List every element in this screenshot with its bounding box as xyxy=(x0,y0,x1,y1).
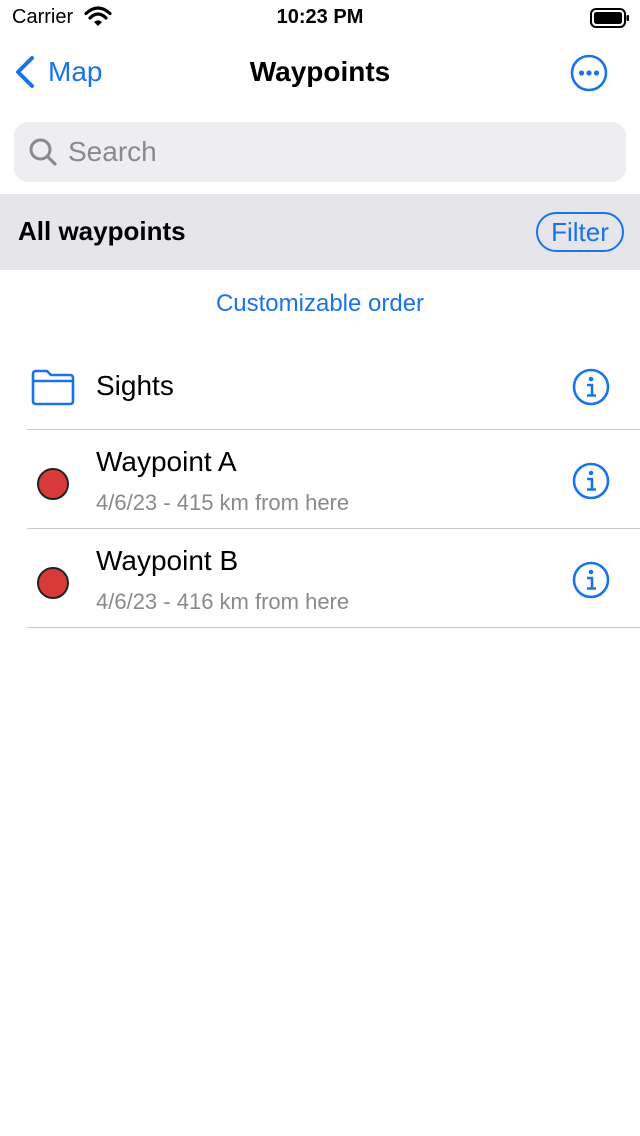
red-dot-icon xyxy=(37,567,69,599)
info-icon[interactable] xyxy=(572,368,610,406)
info-icon[interactable] xyxy=(572,561,610,599)
search-bar[interactable] xyxy=(14,122,626,182)
page-title: Waypoints xyxy=(249,56,391,87)
list-item-waypoint-a[interactable]: Waypoint A 4/6/23 - 415 km from here xyxy=(0,430,640,529)
ellipsis-circle-icon[interactable] xyxy=(570,54,608,92)
section-title: All waypoints xyxy=(18,216,186,246)
list-item-title: Sights xyxy=(96,370,174,401)
filter-button[interactable]: Filter xyxy=(536,212,624,252)
list-item-folder[interactable]: Sights xyxy=(0,346,640,430)
status-time: 10:23 PM xyxy=(276,6,364,28)
info-icon[interactable] xyxy=(572,462,610,500)
list-item-subtitle: 4/6/23 - 415 km from here xyxy=(96,490,350,515)
magnifying-glass-icon xyxy=(29,138,57,166)
list-item-waypoint-b[interactable]: Waypoint B 4/6/23 - 416 km from here xyxy=(0,529,640,628)
list-item-title: Waypoint B xyxy=(96,545,239,576)
customizable-order-link[interactable]: Customizable order xyxy=(0,290,640,318)
status-bar: Carrier 10:23 PM xyxy=(0,0,640,36)
row-separator xyxy=(27,627,640,628)
navigation-bar: Map Waypoints xyxy=(0,40,640,104)
folder-icon xyxy=(31,369,75,406)
list-item-subtitle: 4/6/23 - 416 km from here xyxy=(96,589,350,614)
list-item-title: Waypoint A xyxy=(96,446,237,477)
red-dot-icon xyxy=(37,468,69,500)
search-input[interactable] xyxy=(68,136,608,168)
battery-icon xyxy=(590,8,629,28)
